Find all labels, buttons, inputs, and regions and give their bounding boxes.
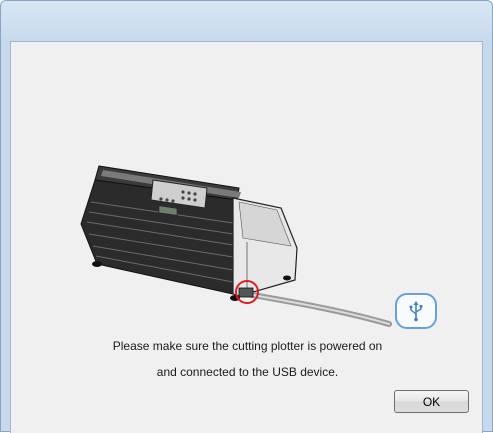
cutting-plotter-illustration (80, 165, 392, 327)
ok-button[interactable]: OK (394, 390, 469, 413)
message-line-2: and connected to the USB device. (156, 365, 339, 379)
dialog-client-area: Please make sure the cutting plotter is … (10, 41, 483, 433)
dialog-window: Please make sure the cutting plotter is … (0, 0, 493, 433)
usb-badge (395, 293, 437, 329)
usb-icon (409, 301, 423, 322)
message-line-1: Please make sure the cutting plotter is … (112, 339, 383, 353)
